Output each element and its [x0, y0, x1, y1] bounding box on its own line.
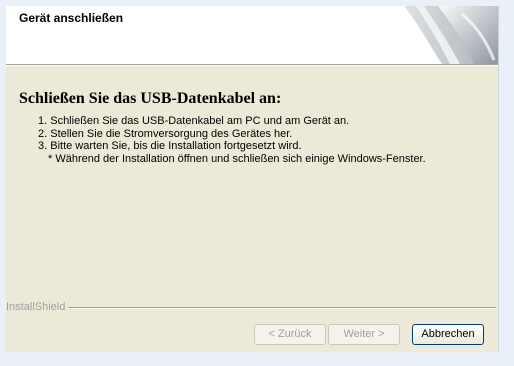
back-button[interactable]: < Zurück	[254, 324, 326, 345]
page-curl-graphic	[390, 6, 498, 64]
divider-line	[68, 307, 496, 309]
installer-dialog: Gerät anschließen Schließen Sie das USB-…	[6, 6, 499, 352]
instruction-list: 1. Schließen Sie das USB-Datenkabel am P…	[38, 115, 426, 165]
list-item: 2. Stellen Sie die Stromversorgung des G…	[38, 127, 293, 140]
header-separator	[6, 64, 498, 66]
header-panel: Gerät anschließen	[6, 6, 498, 64]
cancel-button[interactable]: Abbrechen	[412, 324, 484, 345]
dialog-title: Gerät anschließen	[19, 11, 124, 25]
installshield-divider: InstallShield	[6, 301, 496, 315]
next-button[interactable]: Weiter >	[328, 324, 400, 345]
window-frame: Gerät anschließen Schließen Sie das USB-…	[0, 0, 514, 366]
brand-label: InstallShield	[6, 301, 66, 313]
installation-note: * Während der Installation öffnen und sc…	[48, 152, 426, 165]
list-item: 1. Schließen Sie das USB-Datenkabel am P…	[38, 115, 350, 127]
page-heading: Schließen Sie das USB-Datenkabel an:	[19, 90, 282, 107]
list-item: 3. Bitte warten Sie, bis die Installatio…	[38, 140, 302, 152]
